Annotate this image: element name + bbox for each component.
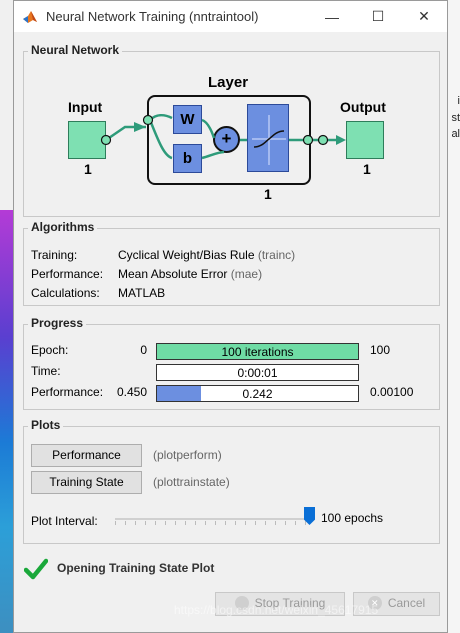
progress-value: 100 iterations <box>221 345 294 359</box>
status-text: Opening Training State Plot <box>57 561 215 575</box>
algorithm-note: (mae) <box>230 267 263 281</box>
algorithm-value: Mean Absolute Error <box>118 267 228 281</box>
plots-panel: Plots Performance (plotperform) Training… <box>23 418 440 544</box>
nntraintool-window: Neural Network Training (nntraintool) — … <box>13 0 448 633</box>
progress-bar: 0.242 <box>156 385 359 402</box>
title-bar[interactable]: Neural Network Training (nntraintool) — … <box>14 1 447 32</box>
progress-bar: 100 iterations <box>156 343 359 360</box>
algorithm-key: Training: <box>31 248 78 262</box>
progress-row-performance: Performance: 0.450 0.242 0.00100 <box>31 385 431 403</box>
panel-title: Plots <box>28 418 64 432</box>
check-icon <box>24 558 48 580</box>
network-connectors <box>100 114 346 160</box>
training-state-plot-note: (plottrainstate) <box>153 475 230 489</box>
plot-interval-label: Plot Interval: <box>31 514 98 528</box>
background-plot-strip <box>0 210 14 633</box>
neural-network-panel: Neural Network Input 1 Layer W b + 1 Out… <box>23 43 440 217</box>
watermark-text: https://blog.csdn.net/weixin_45617915 <box>174 603 379 617</box>
progress-panel: Progress Epoch: 0 100 iterations 100 Tim… <box>23 316 440 410</box>
background-text: st <box>451 112 460 124</box>
plot-interval-slider[interactable] <box>115 507 315 525</box>
matlab-logo-icon <box>23 10 37 23</box>
close-button[interactable]: ✕ <box>401 1 447 32</box>
progress-row-epoch: Epoch: 0 100 iterations 100 <box>31 343 431 361</box>
algorithm-key: Calculations: <box>31 286 100 300</box>
progress-end: 0.00100 <box>370 385 414 399</box>
minimize-button[interactable]: — <box>309 1 355 32</box>
progress-value: 0:00:01 <box>237 366 278 380</box>
algorithm-value: Cyclical Weight/Bias Rule <box>118 248 255 262</box>
window-title: Neural Network Training (nntraintool) <box>46 9 259 24</box>
cancel-label: Cancel <box>387 596 426 610</box>
progress-value: 0.242 <box>242 387 273 401</box>
progress-start: 0 <box>140 343 147 357</box>
performance-plot-note: (plotperform) <box>153 448 222 462</box>
training-state-plot-button[interactable]: Training State <box>31 471 142 494</box>
progress-start: 0.450 <box>116 385 147 399</box>
maximize-button[interactable]: ☐ <box>355 1 401 32</box>
background-text: al <box>451 128 460 140</box>
performance-plot-button[interactable]: Performance <box>31 444 142 467</box>
progress-row-time: Time: 0:00:01 <box>31 364 431 382</box>
progress-end: 100 <box>370 343 391 357</box>
algorithm-note: (trainc) <box>257 248 296 262</box>
algorithms-panel: Algorithms Training: Cyclical Weight/Bia… <box>23 220 440 306</box>
background-app-right: i st al <box>448 0 460 633</box>
algorithm-key: Performance: <box>31 267 104 281</box>
plot-interval-value: 100 epochs <box>321 511 384 525</box>
progress-bar: 0:00:01 <box>156 364 359 381</box>
algorithm-value: MATLAB <box>118 286 166 300</box>
progress-key: Time: <box>31 364 61 378</box>
progress-key: Epoch: <box>31 343 69 357</box>
progress-key: Performance: <box>31 385 104 399</box>
panel-title: Progress <box>28 316 87 330</box>
panel-title: Algorithms <box>28 220 98 234</box>
